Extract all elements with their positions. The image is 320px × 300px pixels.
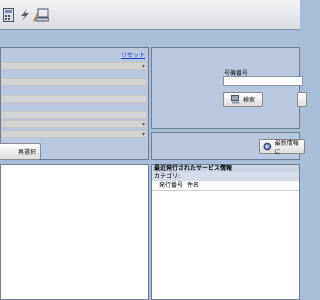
machine-number-input[interactable] (223, 76, 303, 86)
filter-combo-4[interactable] (1, 111, 147, 119)
filter-combo-5[interactable]: ▾ (1, 120, 147, 128)
category-label: カテゴリ: (152, 172, 299, 181)
divider (152, 190, 299, 191)
filter-combo-3[interactable] (1, 95, 147, 103)
chevron-down-icon: ▾ (141, 121, 145, 128)
refresh-latest-button[interactable]: 最新情報に (259, 139, 305, 156)
reselect-button-label: 再選択 (17, 149, 36, 156)
lightning-icon[interactable] (18, 8, 32, 22)
column-header-issue-number[interactable]: 発行番号 (159, 182, 183, 190)
refresh-icon (263, 142, 272, 151)
refresh-latest-label: 最新情報に (274, 139, 299, 156)
toolbar (0, 0, 300, 30)
results-panel (0, 164, 149, 300)
additional-button[interactable] (297, 92, 307, 107)
service-info-columns: 発行番号 件名 (152, 182, 299, 190)
filter-panel: リセット ▾ ▾ ▾ 再選択 (0, 47, 149, 160)
filter-combo-6[interactable]: ▾ (1, 130, 147, 138)
chevron-down-icon: ▾ (141, 131, 145, 138)
calculator-icon[interactable] (3, 8, 14, 22)
reset-link[interactable]: リセット (121, 50, 145, 59)
column-header-subject[interactable]: 件名 (187, 182, 199, 190)
latest-info-panel: 最新情報に (151, 132, 305, 160)
filter-combo-2[interactable] (1, 78, 147, 86)
search-button[interactable]: 検索 (223, 92, 263, 107)
reselect-button[interactable]: 再選択 (0, 143, 41, 160)
service-info-panel: 最近発行されたサービス情報 カテゴリ: 発行番号 件名 (151, 164, 300, 300)
chevron-down-icon: ▾ (141, 63, 145, 70)
filter-combo-1[interactable]: ▾ (1, 62, 147, 70)
search-button-label: 検索 (242, 97, 255, 104)
pencil-computer-icon[interactable] (33, 8, 49, 22)
computer-search-icon (230, 95, 240, 104)
machine-search-panel: 号機番号 検索 (151, 47, 307, 129)
service-info-header: 最近発行されたサービス情報 (152, 165, 299, 172)
